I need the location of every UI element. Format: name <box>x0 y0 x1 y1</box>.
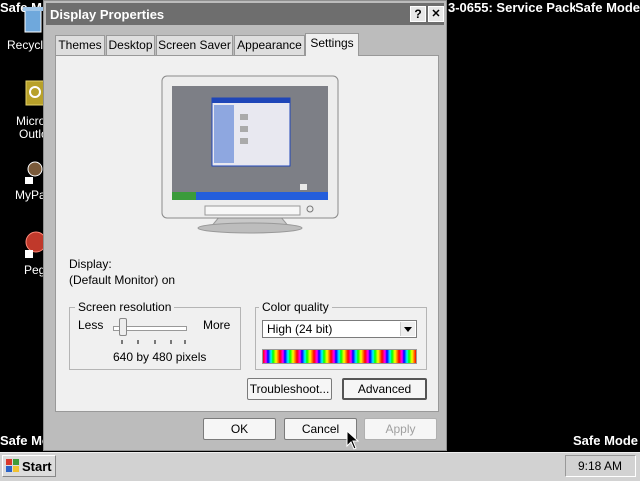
slider-ticks <box>121 340 186 344</box>
screen-resolution-title: Screen resolution <box>75 300 175 314</box>
apply-button[interactable]: Apply <box>364 418 437 440</box>
resolution-slider-thumb[interactable] <box>119 318 127 336</box>
windows-logo-icon <box>6 459 19 472</box>
monitor-preview <box>161 75 339 234</box>
window-title: Display Properties <box>50 7 165 22</box>
settings-panel: Display: (Default Monitor) on Screen res… <box>55 55 439 412</box>
start-label: Start <box>22 459 52 474</box>
resolution-value: 640 by 480 pixels <box>113 350 207 364</box>
display-label: Display: <box>69 257 112 271</box>
desktop-icon-label: Micro <box>16 114 46 128</box>
troubleshoot-button[interactable]: Troubleshoot... <box>247 378 332 400</box>
start-button[interactable]: Start <box>2 455 56 477</box>
taskbar: Start 9:18 AM <box>0 452 640 481</box>
desktop-icon-label: Recycl <box>7 38 44 52</box>
tab-settings[interactable]: Settings <box>305 33 359 56</box>
mouse-cursor-icon <box>346 430 360 450</box>
recycle-bin-icon <box>23 7 43 33</box>
advanced-button[interactable]: Advanced <box>342 378 427 400</box>
title-bar[interactable]: Display Properties ? ✕ <box>46 3 444 25</box>
clock[interactable]: 9:18 AM <box>578 459 622 473</box>
color-quality-group: Color quality High (24 bit) <box>255 300 427 370</box>
build-info-label: 3-0655: Service Pack 3 <box>448 0 588 15</box>
color-quality-title: Color quality <box>259 300 332 314</box>
ok-button[interactable]: OK <box>203 418 276 440</box>
color-quality-select[interactable]: High (24 bit) <box>262 320 417 338</box>
tab-desktop[interactable]: Desktop <box>106 35 155 55</box>
color-spectrum-bar <box>262 349 417 364</box>
dropdown-arrow-icon[interactable] <box>400 322 415 336</box>
close-button[interactable]: ✕ <box>428 6 444 22</box>
screen-resolution-group: Screen resolution Less More 640 by 480 p… <box>69 300 241 370</box>
desktop-icon-label: MyPa <box>15 188 46 202</box>
help-button[interactable]: ? <box>410 6 426 22</box>
tab-screen-saver[interactable]: Screen Saver <box>156 35 233 55</box>
system-tray: 9:18 AM <box>565 455 636 477</box>
outlook-icon <box>25 80 45 106</box>
safe-mode-label-bottom-left: Safe Mode <box>0 433 43 448</box>
safe-mode-label-bottom-right: Safe Mode <box>573 433 639 448</box>
safe-mode-label-top-right: Safe Mode <box>575 0 640 15</box>
tab-appearance[interactable]: Appearance <box>234 35 305 55</box>
resolution-less-label: Less <box>78 318 104 332</box>
resolution-more-label: More <box>203 318 231 332</box>
display-properties-window: Display Properties ? ✕ Themes Desktop Sc… <box>43 0 447 451</box>
display-value: (Default Monitor) on <box>69 273 176 287</box>
tab-themes[interactable]: Themes <box>55 35 105 55</box>
color-quality-selected: High (24 bit) <box>267 322 333 336</box>
